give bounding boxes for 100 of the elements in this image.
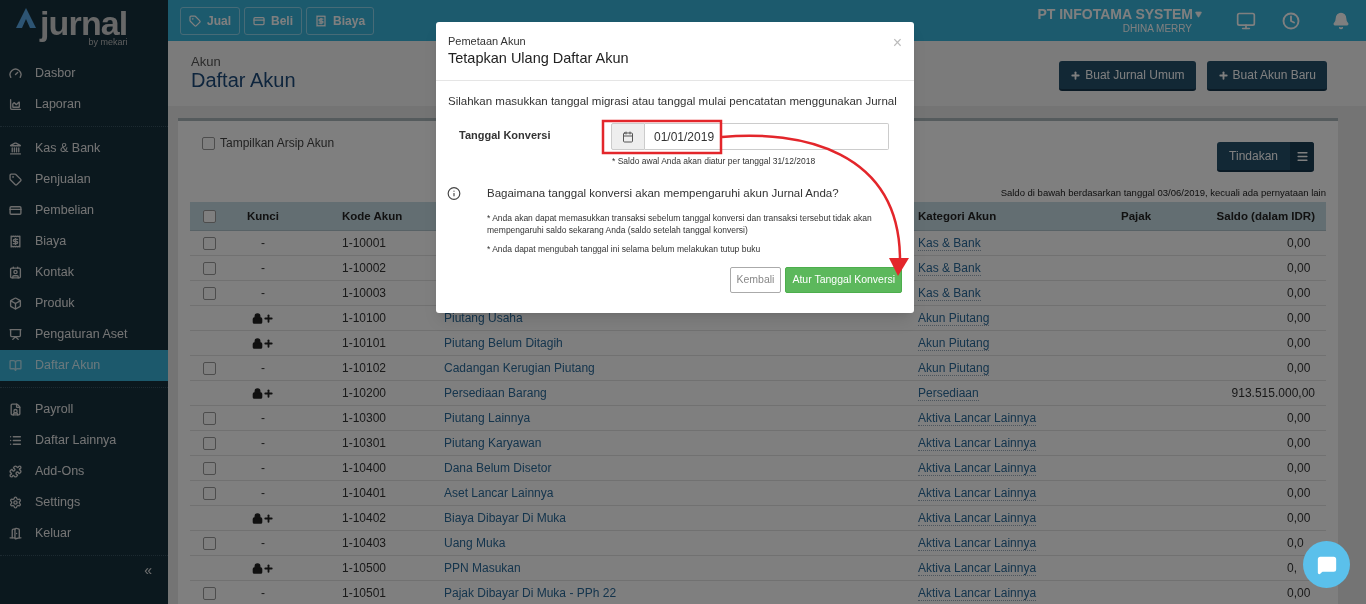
- calendar-addon[interactable]: [611, 123, 645, 151]
- account-link[interactable]: PPN Masukan: [444, 561, 521, 576]
- checkbox[interactable]: [203, 411, 216, 425]
- date-field[interactable]: 01/01/2019: [645, 123, 889, 151]
- account-link[interactable]: Cadangan Kerugian Piutang: [444, 361, 595, 376]
- confirm-button[interactable]: Atur Tanggal Konversi: [785, 267, 902, 294]
- checkbox[interactable]: [203, 436, 216, 450]
- sidebar-item[interactable]: Settings: [0, 487, 168, 518]
- plus-icon: [1217, 69, 1229, 81]
- checkbox[interactable]: [203, 236, 216, 250]
- collapse-button[interactable]: «: [144, 560, 152, 581]
- table-cell-text: 0,00: [1287, 310, 1312, 328]
- account-link[interactable]: Piutang Belum Ditagih: [444, 336, 563, 351]
- account-link[interactable]: Piutang Karyawan: [444, 436, 542, 451]
- sidebar-item[interactable]: Add-Ons: [0, 456, 168, 487]
- category-link[interactable]: Aktiva Lancar Lainnya: [918, 561, 1037, 577]
- category-link[interactable]: Aktiva Lancar Lainnya: [918, 486, 1037, 502]
- sidebar-item[interactable]: Pengaturan Aset: [0, 319, 168, 350]
- column-header: Kunci: [246, 208, 280, 224]
- sidebar-item[interactable]: Dasbor: [0, 58, 168, 89]
- actions-button[interactable]: Tindakan: [1217, 142, 1314, 172]
- table-cell-text: 1-10101: [341, 335, 388, 353]
- table-cell-text: 0,00: [1287, 510, 1312, 528]
- note-text: * Anda dapat mengubah tanggal ini selama belum melakukan tutup buku: [487, 243, 762, 256]
- table-cell-text: 0,00: [1287, 410, 1312, 428]
- sidebar-item[interactable]: Kontak: [0, 257, 168, 288]
- account-link[interactable]: Persediaan Barang: [444, 386, 547, 401]
- account-link[interactable]: Biaya Dibayar Di Muka: [444, 511, 567, 526]
- checkbox[interactable]: [203, 261, 216, 275]
- sidebar-item[interactable]: Daftar Lainnya: [0, 425, 168, 456]
- card-icon: [9, 204, 22, 217]
- quick-add-button[interactable]: Jual: [180, 6, 240, 35]
- table-cell-text: 1-10200: [341, 385, 388, 403]
- breadcrumb: Akun: [191, 55, 222, 68]
- category-link[interactable]: Aktiva Lancar Lainnya: [918, 536, 1037, 552]
- account-link[interactable]: Piutang Lainnya: [444, 411, 531, 426]
- category-link[interactable]: Kas & Bank: [918, 236, 981, 252]
- checkbox[interactable]: [202, 136, 215, 150]
- table-cell-text: -: [261, 235, 265, 253]
- table-cell-text: 1-10102: [341, 360, 388, 378]
- checkbox[interactable]: [203, 486, 216, 500]
- close-button[interactable]: ×: [892, 35, 902, 51]
- account-link[interactable]: Dana Belum Disetor: [444, 461, 552, 476]
- category-link[interactable]: Aktiva Lancar Lainnya: [918, 586, 1037, 602]
- board-icon: [9, 328, 22, 341]
- bell-icon[interactable]: [1332, 11, 1350, 30]
- sidebar-item[interactable]: Penjualan: [0, 164, 168, 195]
- column-header: Saldo (dalam IDR): [1215, 208, 1316, 224]
- monitor-icon[interactable]: [1236, 10, 1256, 31]
- sidebar-item[interactable]: Biaya: [0, 226, 168, 257]
- table-cell-text: 1-10403: [341, 535, 388, 553]
- sidebar-item[interactable]: Laporan: [0, 89, 168, 120]
- sidebar-item[interactable]: Daftar Akun: [0, 350, 168, 381]
- sidebar-item[interactable]: Keluar: [0, 518, 168, 549]
- sidebar-item[interactable]: Payroll: [0, 394, 168, 425]
- account-link[interactable]: Piutang Usaha: [444, 311, 523, 326]
- category-link[interactable]: Akun Piutang: [918, 311, 990, 327]
- menu-icon: [1295, 149, 1309, 163]
- create-button[interactable]: Buat Akun Baru: [1206, 61, 1327, 91]
- category-link[interactable]: Akun Piutang: [918, 336, 990, 352]
- account-link[interactable]: Aset Lancar Lainnya: [444, 486, 554, 501]
- clock-icon[interactable]: [1282, 11, 1300, 30]
- category-link[interactable]: Kas & Bank: [918, 261, 981, 277]
- category-link[interactable]: Aktiva Lancar Lainnya: [918, 511, 1037, 527]
- dialog-subtitle: Pemetaan Akun: [448, 35, 527, 49]
- tag-icon: [189, 14, 201, 27]
- table-cell-text: 1-10500: [341, 560, 388, 578]
- checkbox[interactable]: [203, 209, 216, 223]
- checkbox[interactable]: [203, 536, 216, 550]
- category-link[interactable]: Aktiva Lancar Lainnya: [918, 411, 1037, 427]
- column-header: Pajak: [1119, 208, 1153, 224]
- create-button[interactable]: Buat Jurnal Umum: [1059, 61, 1196, 91]
- checkbox[interactable]: [203, 361, 216, 375]
- sidebar-item[interactable]: Kas & Bank: [0, 133, 168, 164]
- table-cell-text: -: [261, 435, 265, 453]
- category-link[interactable]: Aktiva Lancar Lainnya: [918, 436, 1037, 452]
- checkbox[interactable]: [203, 586, 216, 600]
- table-cell-text: 1-10100: [341, 310, 388, 328]
- sidebar-item[interactable]: Produk: [0, 288, 168, 319]
- checkbox[interactable]: [203, 461, 216, 475]
- quick-add-button[interactable]: Beli: [244, 6, 303, 35]
- table-cell-text: 0,00: [1287, 435, 1312, 453]
- table-cell-text: 1-10301: [341, 435, 388, 453]
- back-button[interactable]: Kembali: [729, 267, 782, 294]
- logo-icon: [16, 8, 36, 30]
- category-link[interactable]: Persediaan: [918, 386, 979, 402]
- gauge-icon: [9, 67, 22, 80]
- category-link[interactable]: Kas & Bank: [918, 286, 981, 302]
- field-label: Tanggal Konversi: [458, 128, 552, 144]
- caret-icon: [1195, 10, 1202, 18]
- account-link[interactable]: Pajak Dibayar Di Muka - PPh 22: [444, 586, 617, 601]
- quick-add-button[interactable]: Biaya: [306, 6, 375, 35]
- company-name[interactable]: PT INFOTAMA SYSTEM: [1037, 5, 1193, 23]
- table-cell-text: 0,00: [1287, 335, 1312, 353]
- table-cell-text: 0,00: [1287, 360, 1312, 378]
- category-link[interactable]: Akun Piutang: [918, 361, 990, 377]
- sidebar-item[interactable]: Pembelian: [0, 195, 168, 226]
- checkbox[interactable]: [203, 286, 216, 300]
- account-link[interactable]: Uang Muka: [444, 536, 506, 551]
- category-link[interactable]: Aktiva Lancar Lainnya: [918, 461, 1037, 477]
